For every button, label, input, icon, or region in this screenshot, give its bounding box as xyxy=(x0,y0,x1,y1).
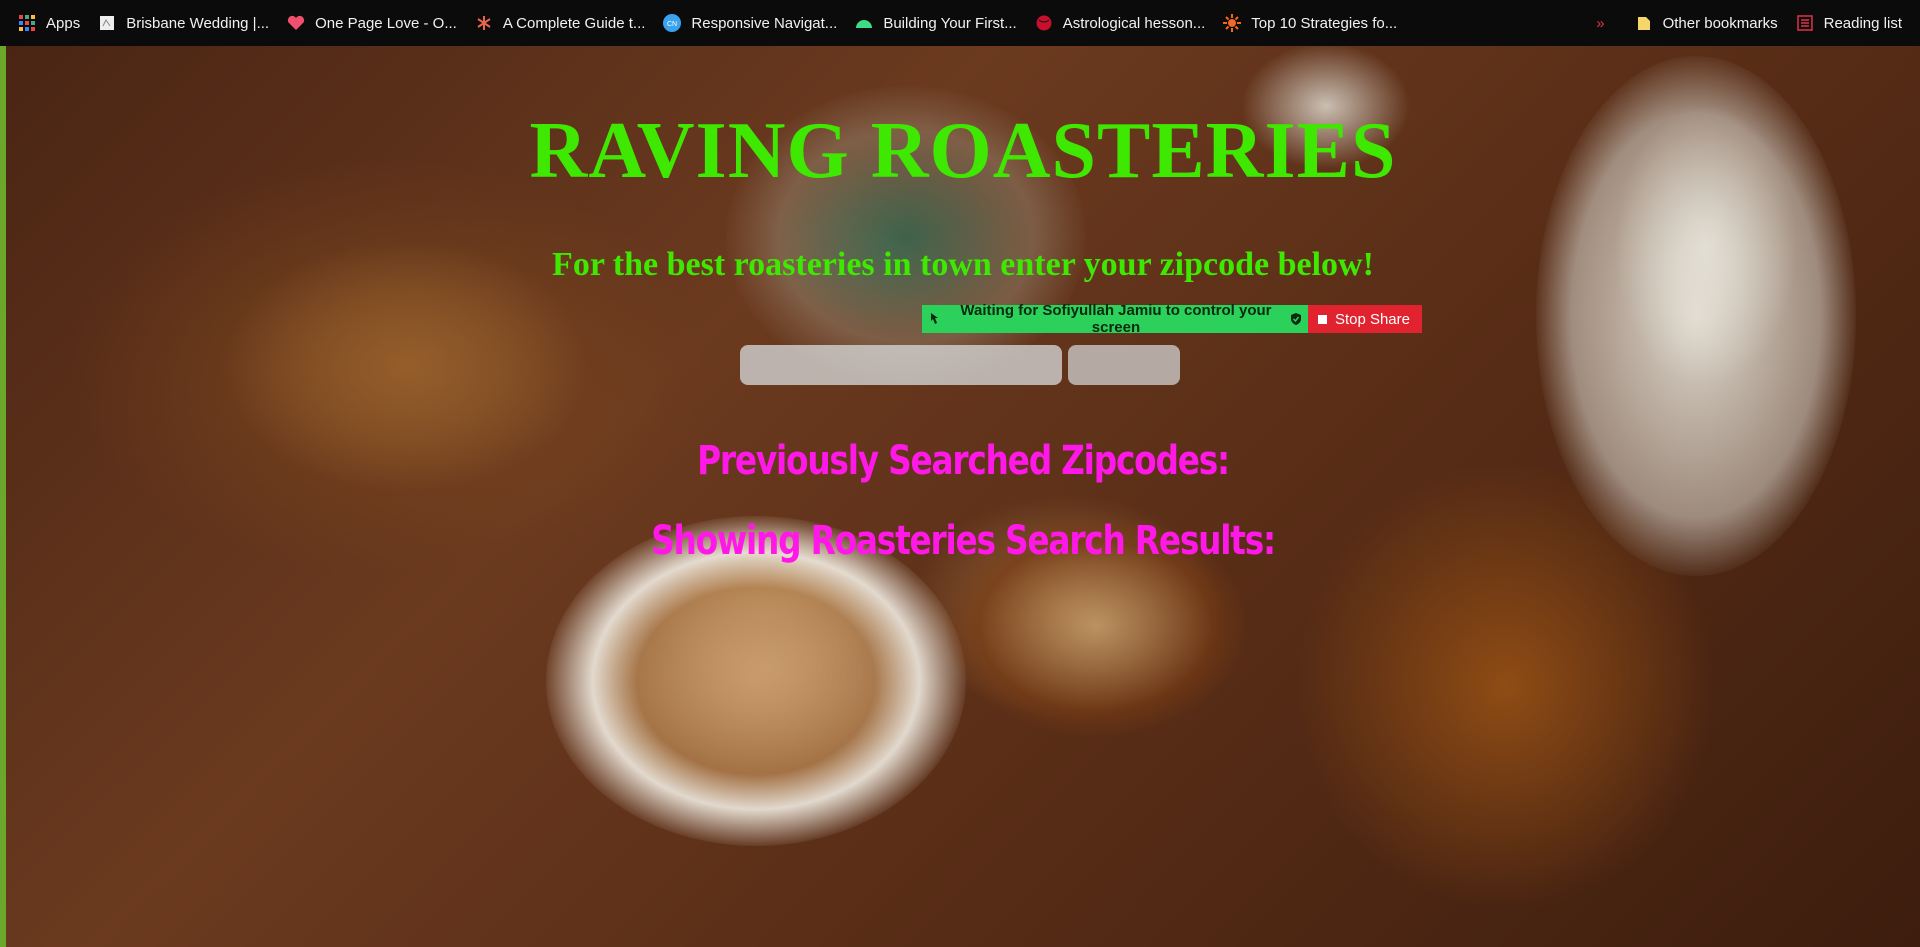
globe-icon xyxy=(1035,14,1053,32)
asterisk-icon xyxy=(475,14,493,32)
stop-share-button[interactable]: Stop Share xyxy=(1307,305,1422,333)
bookmark-label: Top 10 Strategies fo... xyxy=(1251,14,1398,32)
reading-list-label: Reading list xyxy=(1823,14,1902,32)
other-bookmarks-label: Other bookmarks xyxy=(1662,14,1778,32)
stop-square-icon xyxy=(1317,314,1327,324)
page-title: RAVING ROASTERIES xyxy=(529,107,1397,195)
bookmark-label: Apps xyxy=(46,14,81,32)
sun-icon xyxy=(1223,14,1242,32)
cup-decoration xyxy=(546,516,966,846)
bookmarks-overflow-chevron[interactable]: » xyxy=(1596,15,1604,32)
heart-icon xyxy=(287,14,305,32)
apps-grid-icon xyxy=(18,14,36,32)
bookmark-label: Responsive Navigat... xyxy=(691,14,838,32)
previous-zipcodes-heading: Previously Searched Zipcodes: xyxy=(697,438,1230,484)
bookmark-label: One Page Love - O... xyxy=(315,14,457,32)
cn-icon: CN xyxy=(663,14,682,32)
other-bookmarks[interactable]: Other bookmarks xyxy=(1635,14,1778,32)
bookmark-label: Brisbane Wedding |... xyxy=(126,14,270,32)
screen-share-banner: Waiting for Sofiyullah Jamiu to control … xyxy=(922,302,1422,336)
page-subtitle: For the best roasteries in town enter yo… xyxy=(552,246,1374,283)
bookmarks-bar: Apps Brisbane Wedding |... One Page Love… xyxy=(0,0,1920,46)
bookmark-one-page-love[interactable]: One Page Love - O... xyxy=(287,14,457,32)
bookmark-astrological[interactable]: Astrological hesson... xyxy=(1035,14,1206,32)
bookmark-top-10-strategies[interactable]: Top 10 Strategies fo... xyxy=(1223,14,1397,32)
bookmark-responsive-nav[interactable]: CN Responsive Navigat... xyxy=(663,14,837,32)
bookmark-apps[interactable]: Apps xyxy=(18,14,80,32)
bookmark-label: Building Your First... xyxy=(883,14,1017,32)
hand-pointer-icon xyxy=(922,312,948,326)
bookmark-label: A Complete Guide t... xyxy=(502,14,646,32)
stop-share-label: Stop Share xyxy=(1334,310,1410,328)
reading-list-icon xyxy=(1796,14,1814,32)
bookmark-complete-guide[interactable]: A Complete Guide t... xyxy=(475,14,646,32)
page-icon xyxy=(98,14,116,32)
bookmarks-bar-right: » Other bookmarks Reading list xyxy=(1596,0,1902,46)
android-icon xyxy=(855,14,873,32)
bookmark-brisbane-wedding[interactable]: Brisbane Wedding |... xyxy=(98,14,269,32)
bookmark-label: Astrological hesson... xyxy=(1062,14,1206,32)
plate-decoration xyxy=(66,156,706,576)
zipcode-input[interactable] xyxy=(740,345,1062,385)
folder-icon xyxy=(1635,14,1653,32)
bookmark-building-first[interactable]: Building Your First... xyxy=(855,14,1017,32)
reading-list[interactable]: Reading list xyxy=(1796,14,1902,32)
page-background: RAVING ROASTERIES For the best roasterie… xyxy=(6,46,1920,947)
search-results-heading: Showing Roasteries Search Results: xyxy=(651,518,1276,564)
search-button[interactable] xyxy=(1068,345,1180,385)
shield-check-icon xyxy=(1284,312,1308,326)
svg-text:CN: CN xyxy=(667,21,677,28)
screen-share-message: Waiting for Sofiyullah Jamiu to control … xyxy=(960,302,1272,336)
